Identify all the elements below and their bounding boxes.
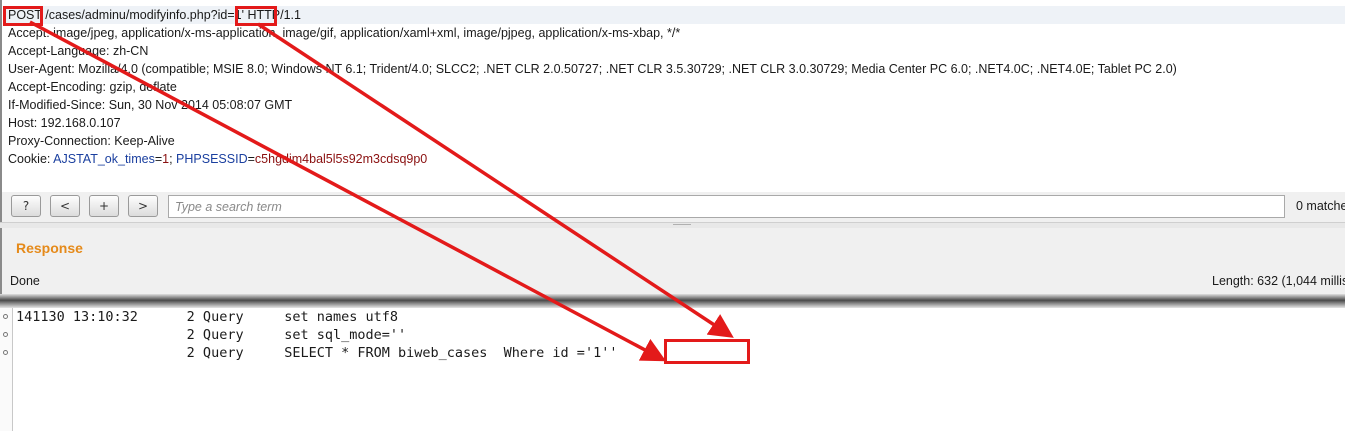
help-button[interactable]: ? bbox=[11, 195, 41, 217]
request-line: POST /cases/adminu/modifyinfo.php?id=1' … bbox=[4, 6, 1345, 24]
add-search-button[interactable]: + bbox=[89, 195, 119, 217]
header-user-agent: User-Agent: Mozilla/4.0 (compatible; MSI… bbox=[8, 62, 1177, 76]
header-proxy-connection: Proxy-Connection: Keep-Alive bbox=[8, 134, 175, 148]
cookie-name-ajstat: AJSTAT_ok_times bbox=[53, 152, 155, 166]
header-cookie: Cookie: AJSTAT_ok_times=1; PHPSESSID=c5h… bbox=[8, 150, 427, 168]
response-header: Response Done Length: 632 (1,044 millis) bbox=[0, 228, 1345, 294]
header-accept-encoding: Accept-Encoding: gzip, deflate bbox=[8, 80, 177, 94]
response-length: Length: 632 (1,044 millis) bbox=[1212, 274, 1345, 288]
header-if-modified-since: If-Modified-Since: Sun, 30 Nov 2014 05:0… bbox=[8, 98, 293, 112]
request-version: HTTP/1.1 bbox=[243, 8, 301, 22]
header-accept: Accept: image/jpeg, application/x-ms-app… bbox=[8, 26, 681, 40]
cookie-separator: ; bbox=[169, 152, 177, 166]
cookie-eq: = bbox=[247, 152, 255, 166]
cookie-name-phpsessid: PHPSESSID bbox=[176, 152, 248, 166]
request-method: POST bbox=[8, 8, 42, 22]
header-accept-language: Accept-Language: zh-CN bbox=[8, 44, 149, 58]
line-marker-icon bbox=[3, 332, 8, 337]
cookie-label: Cookie: bbox=[8, 152, 54, 166]
log-line: 2 Query set sql_mode='' bbox=[16, 327, 407, 343]
next-match-button[interactable]: > bbox=[128, 195, 158, 217]
header-host: Host: 192.168.0.107 bbox=[8, 116, 121, 130]
log-gutter bbox=[0, 308, 13, 431]
request-path: /cases/adminu/modifyinfo.php? bbox=[41, 8, 218, 22]
request-editor[interactable]: POST /cases/adminu/modifyinfo.php?id=1' … bbox=[0, 0, 1345, 192]
search-bar: ? < + > 0 matches bbox=[0, 192, 1345, 222]
request-param: id=1' bbox=[217, 8, 244, 22]
cookie-value-phpsessid: c5hgdim4bal5l5s92m3cdsq9p0 bbox=[254, 152, 428, 166]
response-title[interactable]: Response bbox=[16, 240, 83, 256]
previous-match-button[interactable]: < bbox=[50, 195, 80, 217]
search-input[interactable] bbox=[168, 195, 1285, 218]
line-marker-icon bbox=[3, 350, 8, 355]
match-count: 0 matches bbox=[1296, 199, 1345, 213]
log-line: 2 Query SELECT * FROM biweb_cases Where … bbox=[16, 345, 618, 361]
mysql-log-pane[interactable]: 141130 13:10:32 2 Query set names utf8 2… bbox=[0, 308, 1345, 431]
window-divider bbox=[0, 294, 1345, 308]
status-text: Done bbox=[10, 274, 40, 288]
line-marker-icon bbox=[3, 314, 8, 319]
log-line: 141130 13:10:32 2 Query set names utf8 bbox=[16, 309, 399, 325]
